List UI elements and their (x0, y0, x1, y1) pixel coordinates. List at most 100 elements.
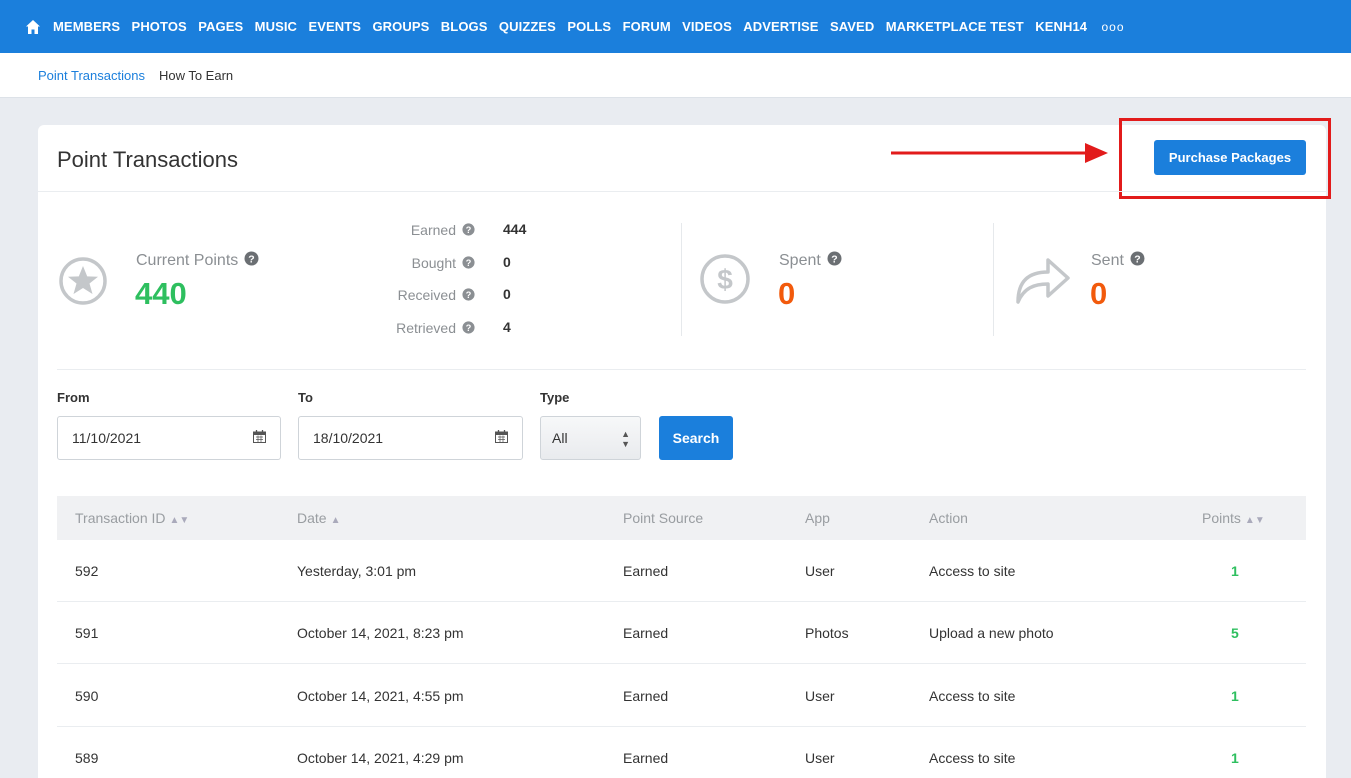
table-row: 592 Yesterday, 3:01 pm Earned User Acces… (57, 540, 1306, 602)
svg-text:?: ? (1134, 253, 1140, 265)
app-cell: Photos (805, 625, 849, 641)
nav-item-marketplace-test[interactable]: MARKETPLACE TEST (886, 19, 1024, 34)
nav-item-forum[interactable]: FORUM (623, 19, 671, 34)
column-header-label: Date (297, 510, 327, 526)
nav-item-advertise[interactable]: ADVERTISE (743, 19, 818, 34)
to-date-input[interactable]: 18/10/2021 (298, 416, 523, 460)
column-header-action: Action (929, 510, 968, 526)
nav-item-music[interactable]: MUSIC (255, 19, 297, 34)
nav-item-photos[interactable]: PHOTOS (132, 19, 187, 34)
select-arrows-icon: ▲ ▼ (621, 429, 630, 449)
help-icon[interactable]: ? (462, 321, 475, 337)
point-source-cell: Earned (623, 688, 669, 704)
nav-item-saved[interactable]: SAVED (830, 19, 874, 34)
action-cell: Access to site (929, 750, 1016, 766)
annotation-arrow-icon (891, 143, 1108, 163)
svg-text:?: ? (466, 290, 472, 300)
nav-item-videos[interactable]: VIDEOS (682, 19, 732, 34)
transaction-id-cell: 589 (75, 750, 99, 766)
sort-ascending-icon[interactable]: ▲ (331, 515, 341, 526)
header-divider (38, 191, 1326, 192)
subnav-point-transactions[interactable]: Point Transactions (38, 68, 145, 83)
sent-label: Sent (1091, 252, 1124, 270)
table-header: Transaction ID ▲▼ Date ▲ Point Source App … (57, 496, 1306, 540)
current-points-value: 440 (135, 276, 187, 311)
column-header-label: Transaction ID (75, 510, 166, 526)
nav-item-polls[interactable]: POLLS (567, 19, 611, 34)
earned-label: Earned (410, 222, 456, 238)
svg-text:?: ? (466, 225, 472, 235)
sent-value: 0 (1090, 276, 1108, 311)
nav-item-pages[interactable]: PAGES (198, 19, 243, 34)
from-date-input[interactable]: 11/10/2021 (57, 416, 281, 460)
bought-value: 0 (503, 254, 511, 270)
nav-item-events[interactable]: EVENTS (308, 19, 361, 34)
point-source-cell: Earned (623, 563, 669, 579)
help-icon[interactable]: ? (462, 256, 475, 272)
column-header-points[interactable]: Points ▲▼ (1202, 510, 1265, 526)
point-source-cell: Earned (623, 625, 669, 641)
purchase-packages-button[interactable]: Purchase Packages (1154, 140, 1306, 175)
date-cell: October 14, 2021, 4:55 pm (297, 688, 464, 704)
action-cell: Access to site (929, 563, 1016, 579)
dollar-icon: $ (699, 253, 751, 310)
sort-icon[interactable]: ▲▼ (170, 515, 190, 526)
subnav-how-to-earn[interactable]: How To Earn (159, 68, 233, 83)
help-icon[interactable]: ? (462, 223, 475, 239)
to-date-value: 18/10/2021 (313, 430, 384, 446)
transaction-id-cell: 592 (75, 563, 99, 579)
column-header-label: Points (1202, 510, 1241, 526)
home-icon[interactable] (25, 19, 41, 35)
column-header-point-source: Point Source (623, 510, 704, 526)
top-navigation: MEMBERS PHOTOS PAGES MUSIC EVENTS GROUPS… (0, 0, 1351, 53)
calendar-icon[interactable] (495, 430, 508, 446)
sort-icon[interactable]: ▲▼ (1245, 515, 1265, 526)
column-header-transaction-id[interactable]: Transaction ID ▲▼ (75, 510, 189, 526)
action-cell: Upload a new photo (929, 625, 1054, 641)
page-title: Point Transactions (57, 147, 238, 172)
point-source-cell: Earned (623, 750, 669, 766)
nav-item-kenh14[interactable]: KENH14 (1035, 19, 1087, 34)
stat-divider (993, 223, 994, 336)
retrieved-value: 4 (503, 319, 511, 335)
transaction-id-cell: 591 (75, 625, 99, 641)
type-select[interactable]: All ▲ ▼ (540, 416, 641, 460)
from-label: From (57, 390, 90, 405)
svg-text:?: ? (466, 258, 472, 268)
bought-label: Bought (411, 255, 456, 271)
help-icon[interactable]: ? (827, 251, 842, 271)
column-header-date[interactable]: Date ▲ (297, 510, 340, 526)
search-button[interactable]: Search (659, 416, 733, 460)
points-cell: 1 (1231, 563, 1239, 579)
nav-item-groups[interactable]: GROUPS (372, 19, 429, 34)
retrieved-label: Retrieved (396, 320, 456, 336)
help-icon[interactable]: ? (1130, 251, 1145, 271)
more-menu-icon[interactable]: ooo (1102, 20, 1125, 34)
app-cell: User (805, 688, 835, 704)
calendar-icon[interactable] (253, 430, 266, 446)
points-cell: 1 (1231, 750, 1239, 766)
earned-value: 444 (503, 221, 527, 237)
stats-divider (57, 369, 1306, 370)
stat-divider (681, 223, 682, 336)
to-label: To (298, 390, 313, 405)
date-cell: October 14, 2021, 8:23 pm (297, 625, 464, 641)
nav-item-quizzes[interactable]: QUIZZES (499, 19, 556, 34)
table-row: 591 October 14, 2021, 8:23 pm Earned Pho… (57, 602, 1306, 664)
svg-text:?: ? (831, 253, 837, 265)
app-cell: User (805, 563, 835, 579)
points-cell: 5 (1231, 625, 1239, 641)
nav-item-blogs[interactable]: BLOGS (441, 19, 488, 34)
spent-label: Spent (779, 252, 821, 270)
star-icon (58, 256, 108, 311)
point-transactions-card: Point Transactions Purchase Packages Cur… (38, 118, 1331, 778)
help-icon[interactable]: ? (462, 288, 475, 304)
nav-item-members[interactable]: MEMBERS (53, 19, 120, 34)
table-row: 589 October 14, 2021, 4:29 pm Earned Use… (57, 727, 1306, 778)
type-label: Type (540, 390, 570, 405)
column-header-app: App (805, 510, 830, 526)
transaction-id-cell: 590 (75, 688, 99, 704)
svg-text:?: ? (249, 253, 255, 265)
received-label: Received (397, 287, 456, 303)
help-icon[interactable]: ? (244, 251, 259, 271)
